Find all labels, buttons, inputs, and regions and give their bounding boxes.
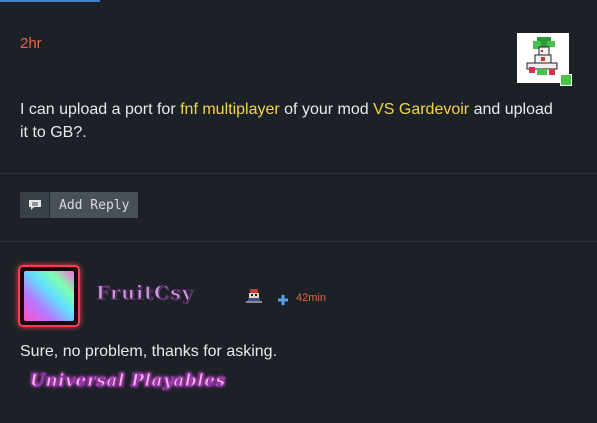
- divider: [0, 173, 597, 174]
- user-signature: Universal Playables: [30, 371, 226, 392]
- online-status-indicator: [560, 74, 572, 86]
- commenter-avatar[interactable]: [18, 265, 80, 327]
- add-reply-button[interactable]: Add Reply: [50, 192, 139, 218]
- commenter-username[interactable]: FruitCsy: [96, 282, 194, 305]
- reply-icon-box[interactable]: [20, 192, 50, 218]
- post-body: I can upload a port for fnf multiplayer …: [20, 98, 560, 144]
- post-text-part: of your mod: [279, 101, 374, 118]
- comment-body: Sure, no problem, thanks for asking.: [20, 343, 278, 360]
- divider: [0, 241, 597, 242]
- reply-bar: Add Reply: [20, 192, 139, 218]
- top-accent-bar: [0, 0, 100, 2]
- post-timestamp[interactable]: 2hr: [20, 35, 42, 52]
- post-text-part: I can upload a port for: [20, 101, 181, 118]
- vs-gardevoir-link[interactable]: VS Gardevoir: [373, 101, 469, 118]
- character-flair-icon: [246, 289, 262, 303]
- comment-timestamp[interactable]: 42min: [296, 292, 326, 304]
- plus-icon: [278, 292, 288, 305]
- fnf-multiplayer-link[interactable]: fnf multiplayer: [180, 101, 280, 118]
- comment-icon: [28, 200, 41, 210]
- avatar-image: [24, 271, 74, 321]
